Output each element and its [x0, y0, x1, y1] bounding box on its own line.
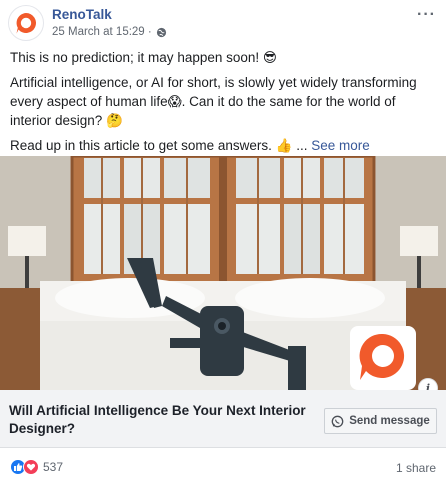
post-message: This is no prediction; it may happen soo… [10, 48, 440, 161]
page-avatar[interactable] [8, 5, 44, 41]
post-options-button[interactable]: ··· [417, 6, 436, 24]
post-text-paragraph-3: Read up in this article to get some answ… [10, 136, 440, 155]
reaction-summary[interactable]: 537 [10, 459, 63, 475]
post-text-paragraph-2: Artificial intelligence, or AI for short… [10, 75, 417, 128]
page-name-link[interactable]: RenoTalk [52, 7, 112, 22]
see-more-link[interactable]: See more [311, 138, 370, 153]
link-preview-footer[interactable]: Will Artificial Intelligence Be Your Nex… [0, 390, 446, 448]
link-title[interactable]: Will Artificial Intelligence Be Your Nex… [9, 402, 309, 438]
whatsapp-icon [331, 415, 344, 427]
post-header: RenoTalk 25 March at 15:29 · ··· [0, 0, 446, 44]
globe-icon [156, 27, 166, 37]
renotalk-logo-icon [16, 12, 37, 34]
share-count-link[interactable]: 1 share [396, 461, 436, 475]
reaction-icons [10, 459, 39, 475]
send-message-button[interactable]: Send message [324, 408, 437, 434]
link-preview-image[interactable]: i [0, 156, 446, 390]
reaction-count: 537 [43, 460, 64, 474]
love-icon [23, 459, 39, 475]
post-text-paragraph-3-body: Read up in this article to get some answ… [10, 138, 312, 153]
post-text-line-1: This is no prediction; it may happen soo… [10, 50, 277, 65]
post-meta: 25 March at 15:29 · [52, 26, 167, 38]
post-timestamp[interactable]: 25 March at 15:29 · [52, 26, 152, 38]
send-message-label: Send message [349, 415, 430, 427]
